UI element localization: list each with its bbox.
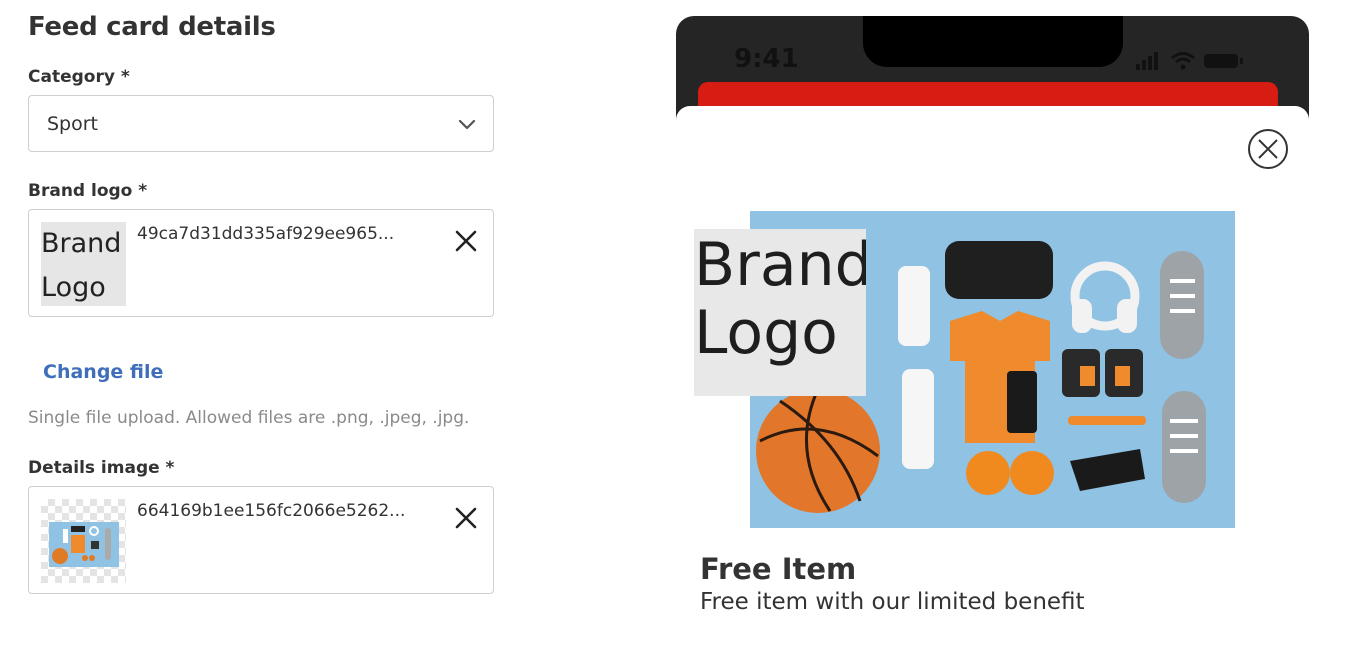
signal-icon	[1136, 52, 1158, 70]
hero-logo-text-1: Brand	[694, 230, 866, 300]
brand-logo-label: Brand logo *	[28, 181, 148, 201]
upload-hint: Single file upload. Allowed files are .p…	[28, 408, 470, 428]
status-time: 9:41	[734, 44, 799, 74]
details-image-preview	[49, 522, 119, 567]
phone-notch	[863, 16, 1123, 67]
card-title: Free Item	[700, 552, 857, 586]
change-file-link[interactable]: Change file	[43, 361, 163, 383]
phone-preview: 9:41 Brand Logo Free Item Free item with…	[676, 16, 1309, 656]
details-image-thumbnail	[41, 499, 126, 583]
close-icon[interactable]	[453, 505, 479, 531]
brand-logo-thumb-text-2: Logo	[41, 272, 106, 303]
details-image-label: Details image *	[28, 458, 175, 478]
wifi-icon	[1171, 52, 1195, 70]
close-circle-icon[interactable]	[1247, 128, 1289, 170]
section-title: Feed card details	[28, 12, 276, 42]
hero-brand-logo: Brand Logo	[694, 229, 866, 396]
feed-card-sheet: Brand Logo Free Item Free item with our …	[676, 106, 1309, 656]
brand-logo-thumb-text-1: Brand	[41, 228, 122, 259]
brand-logo-filename: 49ca7d31dd335af929ee965...	[137, 224, 395, 244]
category-select[interactable]: Sport	[28, 95, 494, 152]
details-image-upload: 664169b1ee156fc2066e5262...	[28, 486, 494, 594]
details-image-filename: 664169b1ee156fc2066e5262...	[137, 501, 406, 521]
brand-logo-thumbnail: Brand Logo	[41, 222, 126, 306]
chevron-down-icon	[458, 119, 476, 130]
battery-icon	[1204, 54, 1243, 68]
card-subtitle: Free item with our limited benefit	[700, 589, 1085, 615]
close-icon[interactable]	[453, 228, 479, 254]
hero-logo-text-2: Logo	[694, 298, 838, 368]
category-value: Sport	[47, 113, 99, 135]
brand-logo-upload: Brand Logo 49ca7d31dd335af929ee965...	[28, 209, 494, 317]
category-label: Category *	[28, 67, 130, 87]
status-bar-icons	[1136, 52, 1243, 70]
